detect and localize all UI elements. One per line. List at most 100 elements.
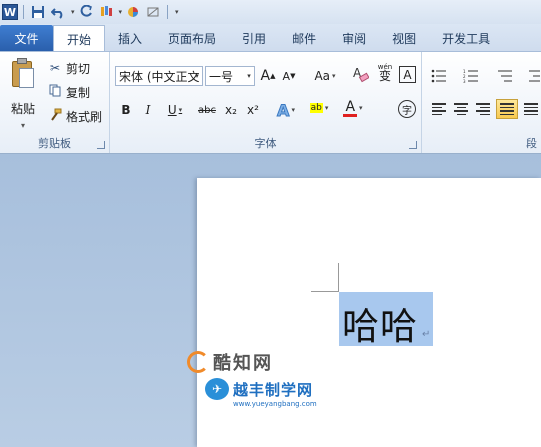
paragraph-mark: ↵ (422, 329, 431, 340)
cut-label: 剪切 (66, 61, 91, 76)
customize-qat-arrow[interactable]: ▾ (175, 8, 179, 16)
copy-icon (48, 84, 62, 100)
decrease-indent-icon (528, 70, 540, 82)
word-app-icon[interactable]: W (2, 4, 18, 20)
enclose-characters-button[interactable]: 字 (398, 100, 416, 118)
align-right-button[interactable] (472, 99, 494, 119)
tab-review[interactable]: 审阅 (329, 25, 379, 51)
font-dialog-launcher[interactable] (409, 141, 417, 149)
clear-format-icon: A (353, 66, 369, 83)
margin-corner-mark (338, 263, 339, 291)
justify-icon (500, 103, 514, 115)
paragraph-group-label: 段 (526, 137, 537, 150)
tab-view[interactable]: 视图 (379, 25, 429, 51)
font-size-combo[interactable]: 一号 ▾ (205, 66, 255, 86)
bullets-icon (431, 69, 446, 83)
clipboard-dialog-launcher[interactable] (97, 141, 105, 149)
document-text[interactable]: 哈哈 (342, 296, 418, 350)
brush-icon[interactable] (97, 3, 115, 21)
font-name-dropdown-arrow[interactable]: ▾ (192, 67, 202, 85)
grow-font-button[interactable]: A ▲ (260, 66, 276, 86)
font-name-value: 宋体 (中文正文 (119, 69, 200, 84)
copy-label: 复制 (66, 85, 91, 100)
font-name-combo[interactable]: 宋体 (中文正文 ▾ (115, 66, 203, 86)
paste-button[interactable]: 粘贴 ▾ (6, 56, 40, 130)
numbering-icon: 123 (463, 69, 478, 83)
font-color-button[interactable]: A ▾ (340, 98, 366, 118)
undo-icon[interactable] (49, 3, 67, 21)
highlight-button[interactable]: ab ▾ (306, 98, 332, 118)
font-size-dropdown-arrow[interactable]: ▾ (244, 67, 254, 85)
paragraph-group: 123 段 (422, 52, 541, 153)
ribbon-tabs: 文件 开始 插入 页面布局 引用 邮件 审阅 视图 开发工具 (0, 24, 541, 52)
tab-developer[interactable]: 开发工具 (429, 25, 503, 51)
format-painter-label: 格式刷 (66, 109, 103, 124)
align-left-icon (432, 103, 446, 115)
cut-button[interactable]: ✂ 剪切 (48, 58, 90, 78)
superscript-button[interactable]: x² (244, 100, 262, 120)
separator (23, 5, 24, 19)
align-center-icon (454, 103, 468, 115)
decrease-indent-button[interactable] (526, 66, 541, 86)
tab-page-layout[interactable]: 页面布局 (155, 25, 229, 51)
align-right-icon (476, 103, 490, 115)
highlight-glyph: ab (309, 103, 323, 113)
multilevel-list-button[interactable] (494, 66, 516, 86)
watermark-yueyang: ✈ 越丰制学网 www.yueyangbang.com (205, 378, 317, 408)
undo-dropdown-arrow[interactable]: ▾ (71, 8, 75, 16)
italic-button[interactable]: I (140, 100, 156, 120)
paste-label: 粘贴 (10, 102, 35, 116)
bold-button[interactable]: B (118, 100, 134, 120)
clipboard-group: 粘贴 ▾ ✂ 剪切 复制 格式刷 剪贴板 (0, 52, 110, 153)
phonetic-char: 变 (378, 69, 391, 83)
font-group-label: 字体 (254, 137, 277, 150)
brush-dropdown-arrow[interactable]: ▾ (119, 8, 123, 16)
change-case-glyph: Aa (314, 69, 331, 83)
tab-file[interactable]: 文件 (0, 25, 53, 51)
align-center-button[interactable] (450, 99, 472, 119)
scissors-icon: ✂ (49, 61, 61, 75)
phonetic-guide-button[interactable]: wén 变 (376, 62, 394, 82)
clear-format-button[interactable]: A (352, 64, 370, 84)
svg-text:3: 3 (463, 79, 466, 83)
tab-home[interactable]: 开始 (53, 25, 106, 52)
redo-icon[interactable] (77, 3, 95, 21)
strikethrough-button[interactable]: abc (196, 100, 218, 120)
draw-icon[interactable] (144, 3, 162, 21)
yueyang-logo-icon: ✈ (205, 378, 229, 400)
margin-corner-mark (311, 291, 339, 292)
change-case-button[interactable]: Aa ▾ (312, 66, 338, 86)
format-painter-button[interactable]: 格式刷 (48, 106, 102, 126)
ribbon: 粘贴 ▾ ✂ 剪切 复制 格式刷 剪贴板 宋体 (中文正文 ▾ 一号 ▾ A ▲… (0, 51, 541, 154)
quick-access-toolbar: W ▾ ▾ ▾ (0, 0, 541, 24)
font-size-value: 一号 (209, 69, 234, 84)
align-left-button[interactable] (428, 99, 450, 119)
paste-dropdown-arrow[interactable]: ▾ (21, 121, 25, 130)
document-area[interactable]: 哈哈 ↵ 酷知网 ✈ 越丰制学网 www.yueyangbang.com (0, 154, 541, 447)
watermark-text: 越丰制学网 (233, 380, 314, 399)
tab-insert[interactable]: 插入 (105, 25, 155, 51)
separator (167, 5, 169, 19)
tab-mailings[interactable]: 邮件 (279, 25, 329, 51)
text-effects-button[interactable]: A ▾ (274, 100, 298, 120)
copy-button[interactable]: 复制 (48, 82, 90, 102)
distributed-icon (523, 103, 538, 115)
kuzhi-logo-icon (187, 351, 209, 373)
save-icon[interactable] (29, 3, 47, 21)
justify-button[interactable] (496, 99, 518, 119)
character-border-button[interactable]: A (399, 66, 416, 83)
multilevel-list-icon (498, 70, 512, 82)
bullets-button[interactable] (428, 66, 450, 86)
subscript-button[interactable]: x₂ (222, 100, 240, 120)
underline-glyph: U (167, 103, 177, 117)
numbering-button[interactable]: 123 (460, 66, 482, 86)
underline-button[interactable]: U ▾ (162, 100, 188, 120)
watermark-text: 酷知网 (213, 353, 273, 374)
watermark-url: www.yueyangbang.com (233, 400, 317, 408)
tab-references[interactable]: 引用 (229, 25, 279, 51)
color-wheel-icon[interactable] (124, 3, 142, 21)
distributed-button[interactable] (520, 99, 541, 119)
shrink-font-button[interactable]: A ▼ (281, 66, 297, 86)
border-char: A (403, 67, 412, 82)
font-group: 宋体 (中文正文 ▾ 一号 ▾ A ▲ A ▼ Aa ▾ A wén 变 A B I … (110, 52, 422, 153)
